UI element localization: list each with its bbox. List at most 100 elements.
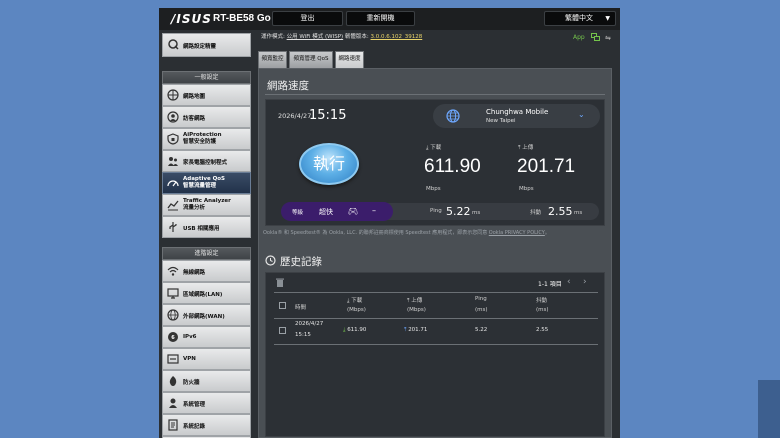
tab-speedtest[interactable]: 網路速度	[335, 51, 364, 68]
language-value: 繁體中文	[565, 14, 593, 22]
grade-value: 超快	[319, 208, 333, 216]
col-header-download: ⤓ 下載	[347, 296, 362, 305]
firmware-version-link[interactable]: 3.0.0.6.102_39128	[371, 34, 423, 40]
sidebar-item-network-wizard[interactable]: 網路設定精靈	[162, 33, 251, 57]
history-title: 歷史記錄	[280, 256, 322, 268]
sidebar-item-lan[interactable]: 區域網路(LAN)	[162, 282, 251, 304]
sidebar-item-label: 家長電腦控制程式	[183, 160, 228, 166]
col-header-time: 時間	[295, 305, 307, 311]
sidebar-item-guest-network[interactable]: 訪客網路	[162, 106, 251, 128]
desktop-background	[758, 380, 780, 438]
upload-arrow-icon: ⤒	[407, 298, 410, 304]
lan-icon	[167, 288, 179, 299]
general-section-header: 一般設定	[162, 71, 251, 84]
aiprotection-icon	[167, 133, 179, 145]
qos-icon	[167, 180, 179, 187]
sidebar-item-network-map[interactable]: 網路地圖	[162, 84, 251, 106]
traffic-analyzer-icon	[167, 200, 179, 211]
ping-label: Ping	[430, 208, 442, 214]
grade-badge: 等級 超快 🎮︎ –	[281, 202, 393, 221]
sidebar-item-usb-application[interactable]: USB 相關應用	[162, 216, 251, 238]
privacy-policy-link[interactable]: Ookla PRIVACY POLICY	[489, 230, 545, 236]
select-all-checkbox[interactable]	[279, 302, 286, 309]
ping-value: 5.22	[446, 205, 471, 218]
download-unit: Mbps	[426, 186, 441, 192]
server-select[interactable]: Chunghwa Mobile New Taipei ⌄	[433, 104, 600, 128]
download-label: ⤓ 下載	[426, 143, 441, 152]
grade-label: 等級	[292, 210, 304, 216]
sidebar-item-vpn[interactable]: VPN	[162, 348, 251, 370]
disclaimer-suffix: 。	[544, 230, 550, 236]
chevron-down-icon: ▼	[605, 15, 610, 22]
row-upload-value: 201.71	[408, 327, 428, 333]
ookla-disclaimer: Ookla® 和 Speedtest® 為 Ookla, LLC. 的聯邦註冊商…	[263, 229, 550, 236]
tab-qos[interactable]: 頻寬管理 QoS	[289, 51, 333, 68]
app-link[interactable]: App	[573, 34, 585, 41]
wireless-icon	[167, 266, 179, 276]
pagination-info: 1-1 項目	[538, 281, 562, 288]
usb-icon[interactable]: ⇋	[605, 34, 611, 42]
sidebar-item-label: 系統記錄	[183, 424, 206, 430]
top-bar: /ISUS RT-BE58 Go 登出 重新開機 繁體中文 ▼	[159, 8, 620, 30]
upload-label: ⤒ 上傳	[518, 143, 533, 152]
sidebar-item-ipv6[interactable]: 6 IPv6	[162, 326, 251, 348]
divider	[274, 344, 598, 345]
firmware-label: 韌體版本:	[344, 34, 369, 40]
row-download-value: 611.90	[347, 327, 367, 333]
col-header-jitter: 抖動	[536, 298, 548, 304]
upload-value: 201.71	[517, 156, 576, 177]
router-admin-window: /ISUS RT-BE58 Go 登出 重新開機 繁體中文 ▼ 運作模式: 公用…	[159, 8, 620, 438]
administration-icon	[169, 398, 177, 408]
sidebar: 網路設定精靈 一般設定 網路地圖 訪客網路 AiProtection 智慧安全防護…	[159, 30, 259, 438]
reboot-button[interactable]: 重新開機	[346, 11, 415, 26]
download-arrow-icon: ⤓	[426, 145, 429, 151]
operation-mode-link[interactable]: 公用 WiFi 模式 (WISP)	[287, 34, 344, 40]
chevron-down-icon: ⌄	[578, 110, 585, 119]
sidebar-item-system-log[interactable]: 系統記錄	[162, 414, 251, 436]
sidebar-item-label: 防火牆	[183, 380, 200, 386]
sidebar-item-label: Adaptive QoS 智慧流量管理	[183, 176, 225, 190]
run-speedtest-button[interactable]: 執行	[299, 143, 359, 185]
sidebar-item-label: 無線網路	[183, 270, 206, 276]
grade-extra: –	[372, 206, 376, 215]
label-line-2: 流量分析	[183, 205, 206, 211]
sidebar-item-wan[interactable]: 外部網路(WAN)	[162, 304, 251, 326]
divider	[265, 94, 605, 95]
label-line-1: Adaptive QoS	[183, 176, 226, 182]
label-line-2: 智慧安全防護	[183, 139, 217, 145]
sidebar-item-administration[interactable]: 系統管理	[162, 392, 251, 414]
sidebar-item-label: AiProtection 智慧安全防護	[183, 132, 222, 146]
sidebar-item-wireless[interactable]: 無線網路	[162, 260, 251, 282]
server-city: New Taipei	[486, 118, 516, 124]
download-label-text: 下載	[430, 145, 442, 151]
firewall-icon	[169, 376, 177, 386]
language-select[interactable]: 繁體中文 ▼	[544, 11, 616, 26]
upload-label-text: 上傳	[522, 145, 534, 151]
guest-network-icon	[167, 111, 179, 123]
sidebar-item-parental-control[interactable]: 家長電腦控制程式	[162, 150, 251, 172]
download-value: 611.90	[424, 156, 481, 177]
sidebar-item-traffic-analyzer[interactable]: Traffic Analyzer 流量分析	[162, 194, 251, 216]
server-isp: Chunghwa Mobile	[486, 108, 549, 116]
row-ping: 5.22	[475, 327, 488, 333]
col-header-upload-text: 上傳	[411, 298, 423, 304]
sidebar-item-label: 網路設定精靈	[183, 44, 217, 50]
network-status-icon[interactable]	[591, 33, 600, 41]
brand-logo: /ISUS	[171, 12, 212, 26]
sidebar-item-aiprotection[interactable]: AiProtection 智慧安全防護	[162, 128, 251, 150]
main-panel: 網路速度 2026/4/27 15:15 Chunghwa Mobile New…	[258, 68, 612, 438]
upload-unit: Mbps	[519, 186, 534, 192]
label-line-2: 智慧流量管理	[183, 183, 217, 189]
ping-unit: ms	[472, 210, 481, 216]
row-upload: ⤒ 201.71	[404, 327, 427, 334]
ipv6-icon: 6	[168, 332, 178, 342]
chevron-left-icon[interactable]: ‹	[567, 277, 571, 287]
row-checkbox[interactable]	[279, 327, 286, 334]
sidebar-item-adaptive-qos[interactable]: Adaptive QoS 智慧流量管理	[162, 172, 251, 194]
chevron-right-icon[interactable]: ›	[583, 277, 587, 287]
sidebar-item-firewall[interactable]: 防火牆	[162, 370, 251, 392]
tab-bandwidth-monitor[interactable]: 頻寬監控	[258, 51, 287, 68]
sidebar-item-label: Traffic Analyzer 流量分析	[183, 198, 231, 212]
trash-icon[interactable]	[276, 278, 284, 287]
logout-button[interactable]: 登出	[272, 11, 343, 26]
